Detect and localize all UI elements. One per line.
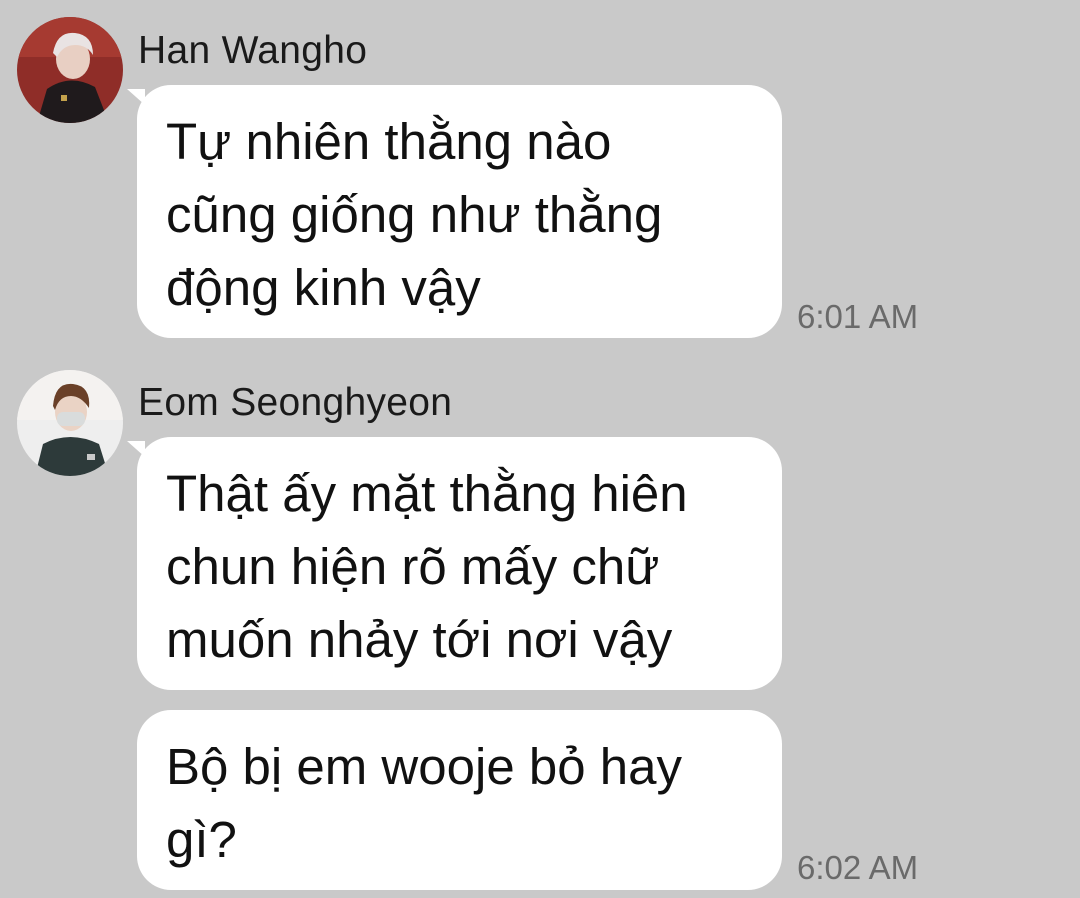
message-text-line: chun hiện rõ mấy chữ: [166, 538, 660, 595]
message-text-line: Bộ bị em wooje bỏ hay: [166, 738, 682, 795]
message-text-line: Tự nhiên thằng nào: [166, 113, 612, 170]
message-text-line: cũng giống như thằng: [166, 186, 663, 243]
message-text-line: Thật ấy mặt thằng hiên: [166, 465, 688, 522]
sender-name: Han Wangho: [138, 29, 368, 72]
avatar-han-wangho-image: [17, 17, 123, 123]
message-bubble[interactable]: Tự nhiên thằng nào cũng giống như thằng …: [127, 85, 782, 338]
sender-name: Eom Seonghyeon: [138, 381, 453, 424]
message-timestamp: 6:01 AM: [797, 298, 919, 335]
message-bubble[interactable]: Bộ bị em wooje bỏ hay gì?: [137, 710, 782, 890]
avatar-han-wangho[interactable]: [17, 17, 123, 123]
avatar-eom-seonghyeon-image: [17, 370, 123, 476]
message-timestamp: 6:02 AM: [797, 849, 919, 886]
message-text-line: động kinh vậy: [166, 259, 481, 316]
message-text-line: muốn nhảy tới nơi vậy: [166, 611, 673, 668]
message-text-line: gì?: [166, 811, 237, 868]
message-bubble[interactable]: Thật ấy mặt thằng hiên chun hiện rõ mấy …: [127, 437, 782, 690]
avatar-eom-seonghyeon[interactable]: [17, 370, 123, 476]
